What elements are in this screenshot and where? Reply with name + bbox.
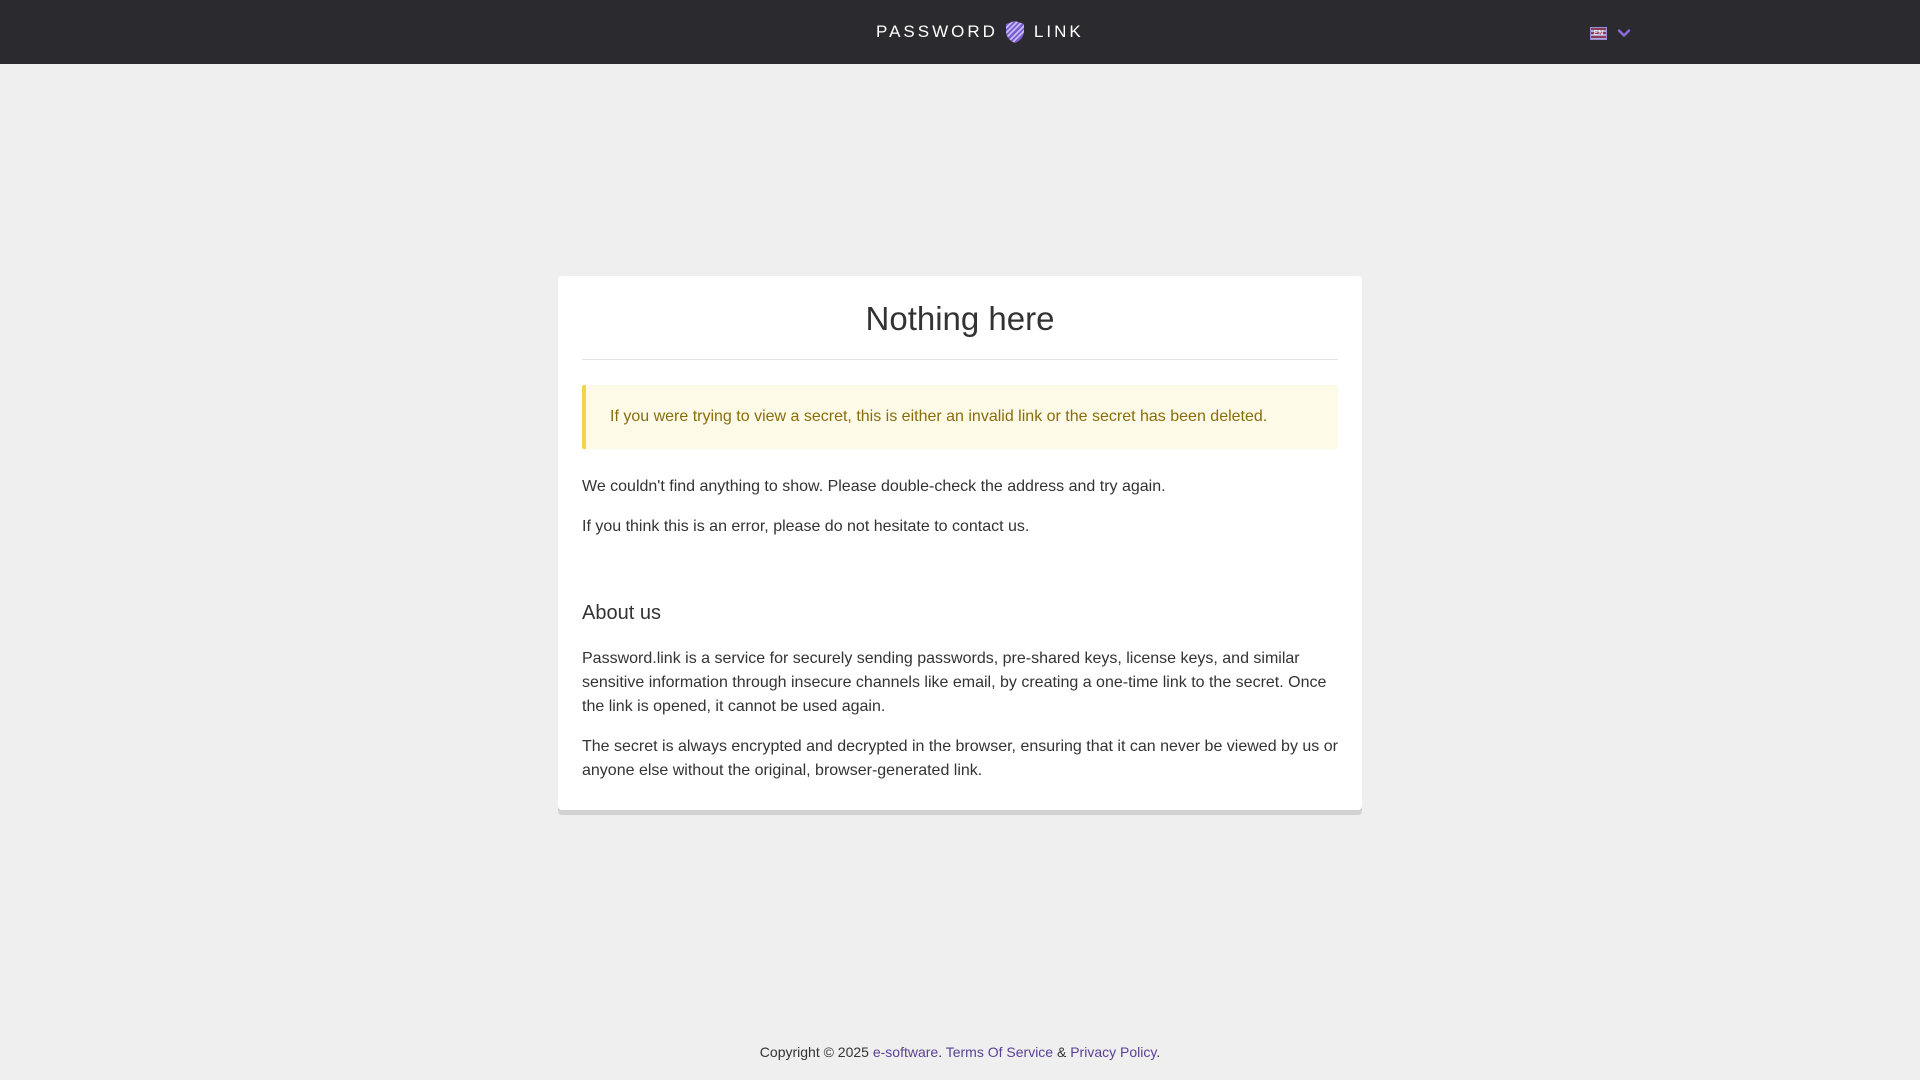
chevron-down-icon <box>1617 29 1631 37</box>
flag-icon: EN <box>1590 26 1607 40</box>
shield-icon <box>1005 21 1024 43</box>
footer-period: . <box>938 1044 943 1060</box>
password-link-logo[interactable]: PASSWORD LINK <box>876 20 1084 44</box>
footer: Copyright © 2025 e-software. Terms Of Se… <box>0 1044 1920 1060</box>
footer-ampersand: & <box>1056 1044 1067 1060</box>
page-title: Nothing here <box>582 276 1338 360</box>
content-card: Nothing here If you were trying to view … <box>558 276 1362 810</box>
about-description: Password.link is a service for securely … <box>582 650 1327 715</box>
footer-period-end: . <box>1156 1044 1161 1060</box>
warning-alert: If you were trying to view a secret, thi… <box>582 385 1338 449</box>
logo-text-password: PASSWORD <box>876 22 998 41</box>
copyright-text: Copyright © 2025 <box>759 1044 869 1060</box>
top-navigation-bar: PASSWORD LINK EN <box>0 0 1920 64</box>
contact-message: If you think this is an error, please do… <box>582 518 1030 535</box>
privacy-policy-link[interactable]: Privacy Policy <box>1070 1044 1156 1060</box>
language-selector[interactable]: EN <box>1590 22 1632 44</box>
logo-text-link: LINK <box>1033 22 1084 41</box>
about-encryption: The secret is always encrypted and decry… <box>582 738 1338 779</box>
company-link[interactable]: e-software <box>873 1044 938 1060</box>
about-heading: About us <box>582 602 661 624</box>
terms-of-service-link[interactable]: Terms Of Service <box>946 1044 1053 1060</box>
warning-alert-text: If you were trying to view a secret, thi… <box>610 408 1268 425</box>
language-code: EN <box>1593 28 1604 37</box>
not-found-message: We couldn't find anything to show. Pleas… <box>582 478 1166 495</box>
